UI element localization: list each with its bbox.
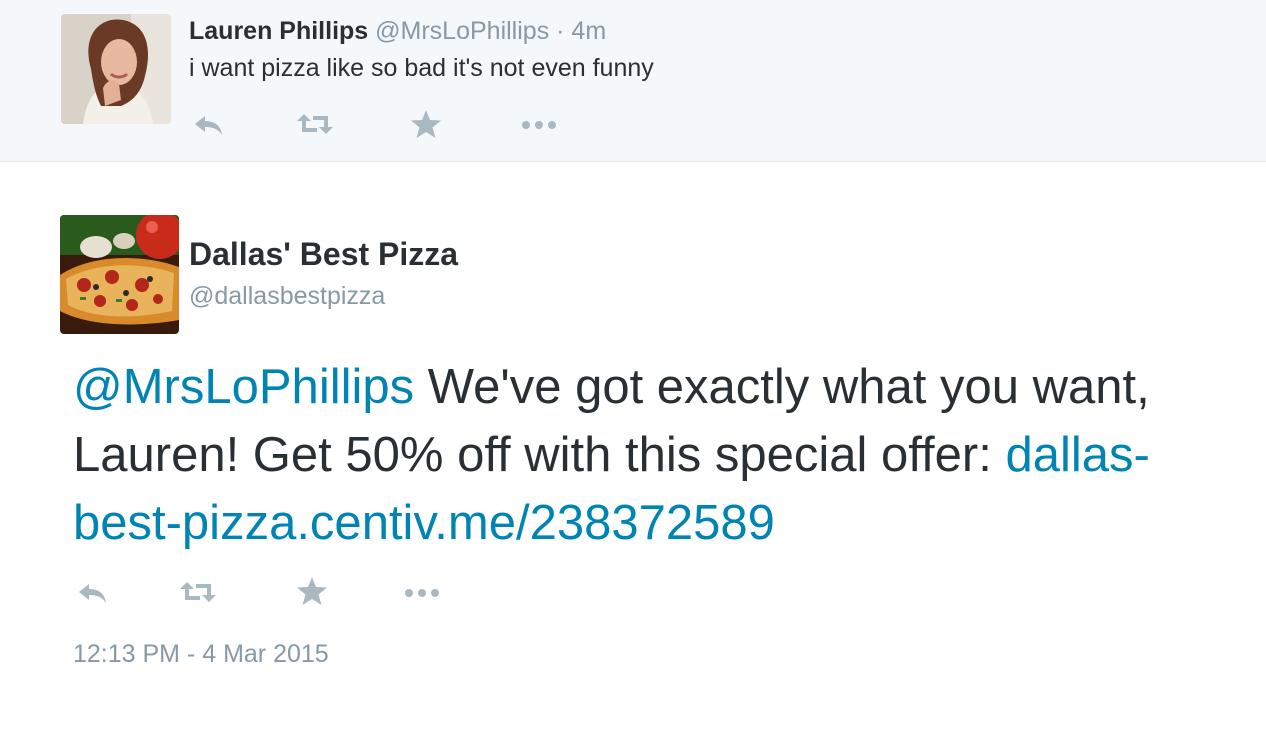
main-more-button[interactable] xyxy=(403,576,443,608)
main-author-name[interactable]: Dallas' Best Pizza xyxy=(189,236,458,273)
main-reply-button[interactable] xyxy=(75,576,115,608)
main-retweet-button[interactable] xyxy=(178,576,218,608)
reply-icon xyxy=(79,584,106,603)
more-icon xyxy=(405,589,439,597)
main-author-handle[interactable]: @dallasbestpizza xyxy=(189,282,385,311)
parent-author-handle[interactable]: @MrsLoPhillips xyxy=(375,17,549,45)
favorite-icon xyxy=(411,110,441,138)
parent-meta-separator: · xyxy=(549,17,572,45)
more-icon xyxy=(522,121,556,129)
retweet-icon xyxy=(297,114,333,134)
parent-more-button[interactable] xyxy=(520,108,560,140)
parent-tweet: Lauren Phillips @MrsLoPhillips · 4m i wa… xyxy=(0,0,1266,162)
parent-tweet-header: Lauren Phillips @MrsLoPhillips · 4m xyxy=(189,17,606,46)
parent-retweet-button[interactable] xyxy=(295,108,335,140)
reply-icon xyxy=(195,116,222,135)
favorite-icon xyxy=(297,577,327,605)
main-favorite-button[interactable] xyxy=(296,575,336,607)
parent-author-name[interactable]: Lauren Phillips xyxy=(189,17,368,45)
lauren-avatar[interactable] xyxy=(61,14,171,124)
retweet-icon xyxy=(180,582,216,602)
dallasbestpizza-avatar[interactable] xyxy=(60,215,179,334)
main-tweet-text: @MrsLoPhillips We've got exactly what yo… xyxy=(73,353,1223,557)
parent-tweet-text: i want pizza like so bad it's not even f… xyxy=(189,54,654,82)
parent-tweet-time[interactable]: 4m xyxy=(571,17,606,45)
mention-link[interactable]: @MrsLoPhillips xyxy=(73,360,414,414)
parent-favorite-button[interactable] xyxy=(410,108,450,140)
tweet-timestamp[interactable]: 12:13 PM - 4 Mar 2015 xyxy=(73,640,329,669)
parent-reply-button[interactable] xyxy=(191,108,231,140)
